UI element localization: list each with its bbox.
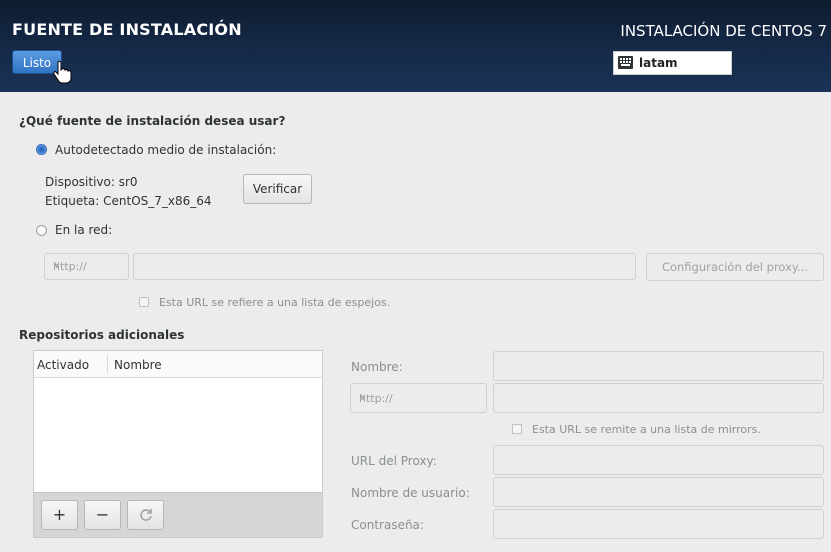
repo-list[interactable]: Activado Nombre + − — [33, 350, 323, 538]
column-divider — [107, 355, 108, 373]
repo-name-label: Nombre: — [351, 360, 403, 374]
refresh-icon — [139, 509, 152, 521]
username-label: Nombre de usuario: — [351, 486, 470, 500]
protocol-dropdown[interactable]: http:// ∨ — [44, 253, 129, 280]
spoke-title: FUENTE DE INSTALACIÓN — [12, 20, 242, 39]
repos-section-title: Repositorios adicionales — [19, 328, 185, 342]
chevron-down-icon: ∨ — [53, 260, 61, 271]
password-input[interactable] — [493, 509, 824, 539]
proxy-settings-button[interactable]: Configuración del proxy... — [646, 253, 824, 281]
repo-mirror-label: Esta URL se remite a una lista de mirror… — [532, 423, 761, 436]
repo-protocol-dropdown[interactable]: http:// ∨ — [350, 383, 487, 413]
chevron-down-icon: ∨ — [359, 392, 367, 403]
mirror-list-checkbox[interactable] — [139, 297, 149, 307]
proxy-url-label: URL del Proxy: — [351, 454, 437, 468]
column-header-enabled[interactable]: Activado — [37, 358, 89, 372]
verify-button[interactable]: Verificar — [243, 174, 312, 204]
label-info: Etiqueta: CentOS_7_x86_64 — [45, 194, 212, 208]
add-repo-button[interactable]: + — [41, 500, 78, 530]
repo-list-header: Activado Nombre — [34, 351, 322, 378]
username-input[interactable] — [493, 477, 824, 507]
auto-source-label[interactable]: Autodetectado medio de instalación: — [55, 143, 276, 157]
repo-name-input[interactable] — [493, 351, 824, 381]
mirror-list-label: Esta URL se refiere a una lista de espej… — [159, 296, 391, 309]
keyboard-layout-label: latam — [639, 56, 678, 70]
network-source-label[interactable]: En la red: — [55, 223, 112, 237]
network-source-radio[interactable] — [36, 225, 47, 236]
hand-cursor-icon — [53, 60, 72, 84]
proxy-url-input[interactable] — [493, 445, 824, 475]
keyboard-icon — [618, 56, 633, 69]
refresh-repo-button[interactable] — [127, 500, 164, 530]
auto-source-radio[interactable] — [36, 144, 47, 155]
header-bar: FUENTE DE INSTALACIÓN INSTALACIÓN DE CEN… — [0, 0, 831, 92]
repo-url-input[interactable] — [493, 383, 824, 413]
remove-repo-button[interactable]: − — [84, 500, 121, 530]
source-question: ¿Qué fuente de instalación desea usar? — [19, 114, 286, 128]
keyboard-layout-indicator[interactable]: latam — [613, 51, 732, 75]
url-input[interactable] — [133, 253, 636, 280]
password-label: Contraseña: — [351, 518, 424, 532]
device-info: Dispositivo: sr0 — [45, 175, 138, 189]
repo-toolbar: + − — [34, 492, 322, 537]
product-title: INSTALACIÓN DE CENTOS 7 — [620, 22, 827, 40]
column-header-name[interactable]: Nombre — [114, 358, 162, 372]
repo-mirror-checkbox[interactable] — [512, 424, 522, 434]
